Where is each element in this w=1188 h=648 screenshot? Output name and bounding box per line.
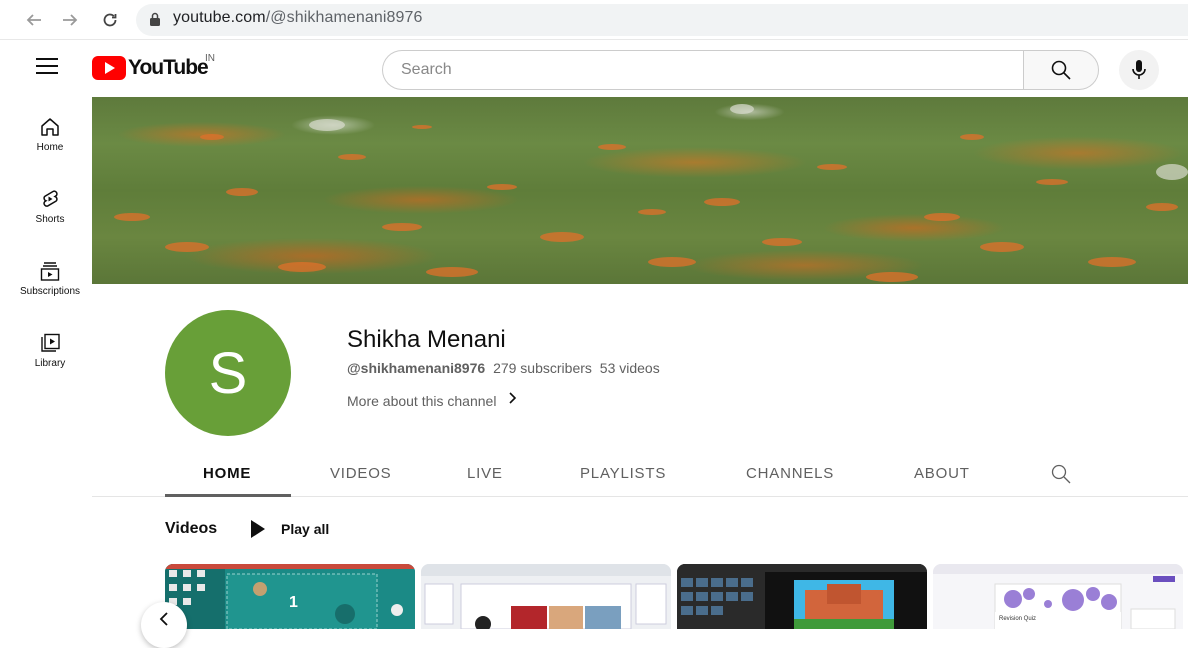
menu-icon[interactable] <box>36 58 60 78</box>
sidebar-item-label: Shorts <box>35 214 65 225</box>
thumbnail-heading: Revision Quiz <box>999 616 1037 622</box>
shelf-prev-button[interactable] <box>141 602 187 648</box>
channel-search-icon[interactable] <box>1050 463 1072 490</box>
sidebar-item-label: Subscriptions <box>19 286 81 297</box>
tab-videos[interactable]: VIDEOS <box>330 465 391 482</box>
video-count: 53 videos <box>599 360 660 376</box>
sidebar-item-library[interactable]: Library <box>0 332 100 369</box>
url-text: youtube.com/@shikhamenani8976 <box>173 9 423 27</box>
search-input[interactable] <box>383 51 1024 89</box>
more-about-label: More about this channel <box>347 392 497 409</box>
voice-search-button[interactable] <box>1119 50 1159 90</box>
subscriptions-icon <box>40 262 60 281</box>
shelf-title: Videos <box>165 520 218 537</box>
sidebar-item-shorts[interactable]: Shorts <box>0 188 100 225</box>
tab-channels[interactable]: CHANNELS <box>746 465 834 482</box>
tab-about[interactable]: ABOUT <box>914 465 970 482</box>
tab-playlists[interactable]: PLAYLISTS <box>580 465 666 482</box>
channel-name: Shikha Menani <box>347 326 506 353</box>
library-icon <box>41 333 60 352</box>
reload-icon[interactable] <box>98 8 122 32</box>
sidebar-item-subscriptions[interactable]: Subscriptions <box>0 260 100 297</box>
video-thumbnail[interactable] <box>421 564 671 629</box>
thumbnail-number: 1 <box>289 594 298 611</box>
shorts-icon <box>43 190 58 207</box>
channel-banner <box>92 97 1188 284</box>
channel-handle: @shikhamenani8976 <box>347 360 486 376</box>
channel-tabs: HOME VIDEOS LIVE PLAYLISTS CHANNELS ABOU… <box>92 455 1188 497</box>
tab-home[interactable]: HOME <box>203 465 251 482</box>
play-icon <box>251 520 265 538</box>
more-about-link[interactable]: More about this channel <box>347 391 518 410</box>
channel-meta: @shikhamenani8976 279 subscribers 53 vid… <box>347 360 660 376</box>
youtube-logo[interactable]: YouTube <box>92 56 209 80</box>
search-button[interactable] <box>1023 50 1099 90</box>
search-box <box>382 50 1024 90</box>
chevron-right-icon <box>508 391 518 410</box>
video-thumbnail[interactable]: 1 <box>165 564 415 629</box>
subscriber-count: 279 subscribers <box>493 360 592 376</box>
microphone-icon <box>1132 60 1146 79</box>
sidebar-item-label: Library <box>34 358 66 369</box>
youtube-play-icon <box>92 56 126 80</box>
play-all-label: Play all <box>281 521 330 537</box>
back-arrow-icon[interactable] <box>22 8 46 32</box>
sidebar-item-home[interactable]: Home <box>0 116 100 153</box>
video-thumbnail[interactable]: Revision Quiz <box>933 564 1183 629</box>
sidebar-item-label: Home <box>36 142 64 153</box>
url-path: /@shikhamenani8976 <box>265 9 423 26</box>
chevron-left-icon <box>159 612 168 626</box>
channel-avatar[interactable]: S <box>165 310 291 436</box>
lock-icon <box>150 12 160 26</box>
browser-toolbar: youtube.com/@shikhamenani8976 <box>0 0 1188 40</box>
tab-live[interactable]: LIVE <box>467 465 503 482</box>
search-icon <box>1051 60 1071 80</box>
forward-arrow-icon[interactable] <box>58 8 82 32</box>
youtube-wordmark: YouTube <box>128 56 209 79</box>
country-code: IN <box>205 53 215 64</box>
banner-flower-field <box>114 104 1188 282</box>
url-host: youtube.com <box>173 9 266 26</box>
video-thumbnail[interactable] <box>677 564 927 629</box>
play-all-button[interactable]: Play all <box>251 520 329 538</box>
home-icon <box>41 118 59 136</box>
active-tab-indicator <box>165 494 291 497</box>
